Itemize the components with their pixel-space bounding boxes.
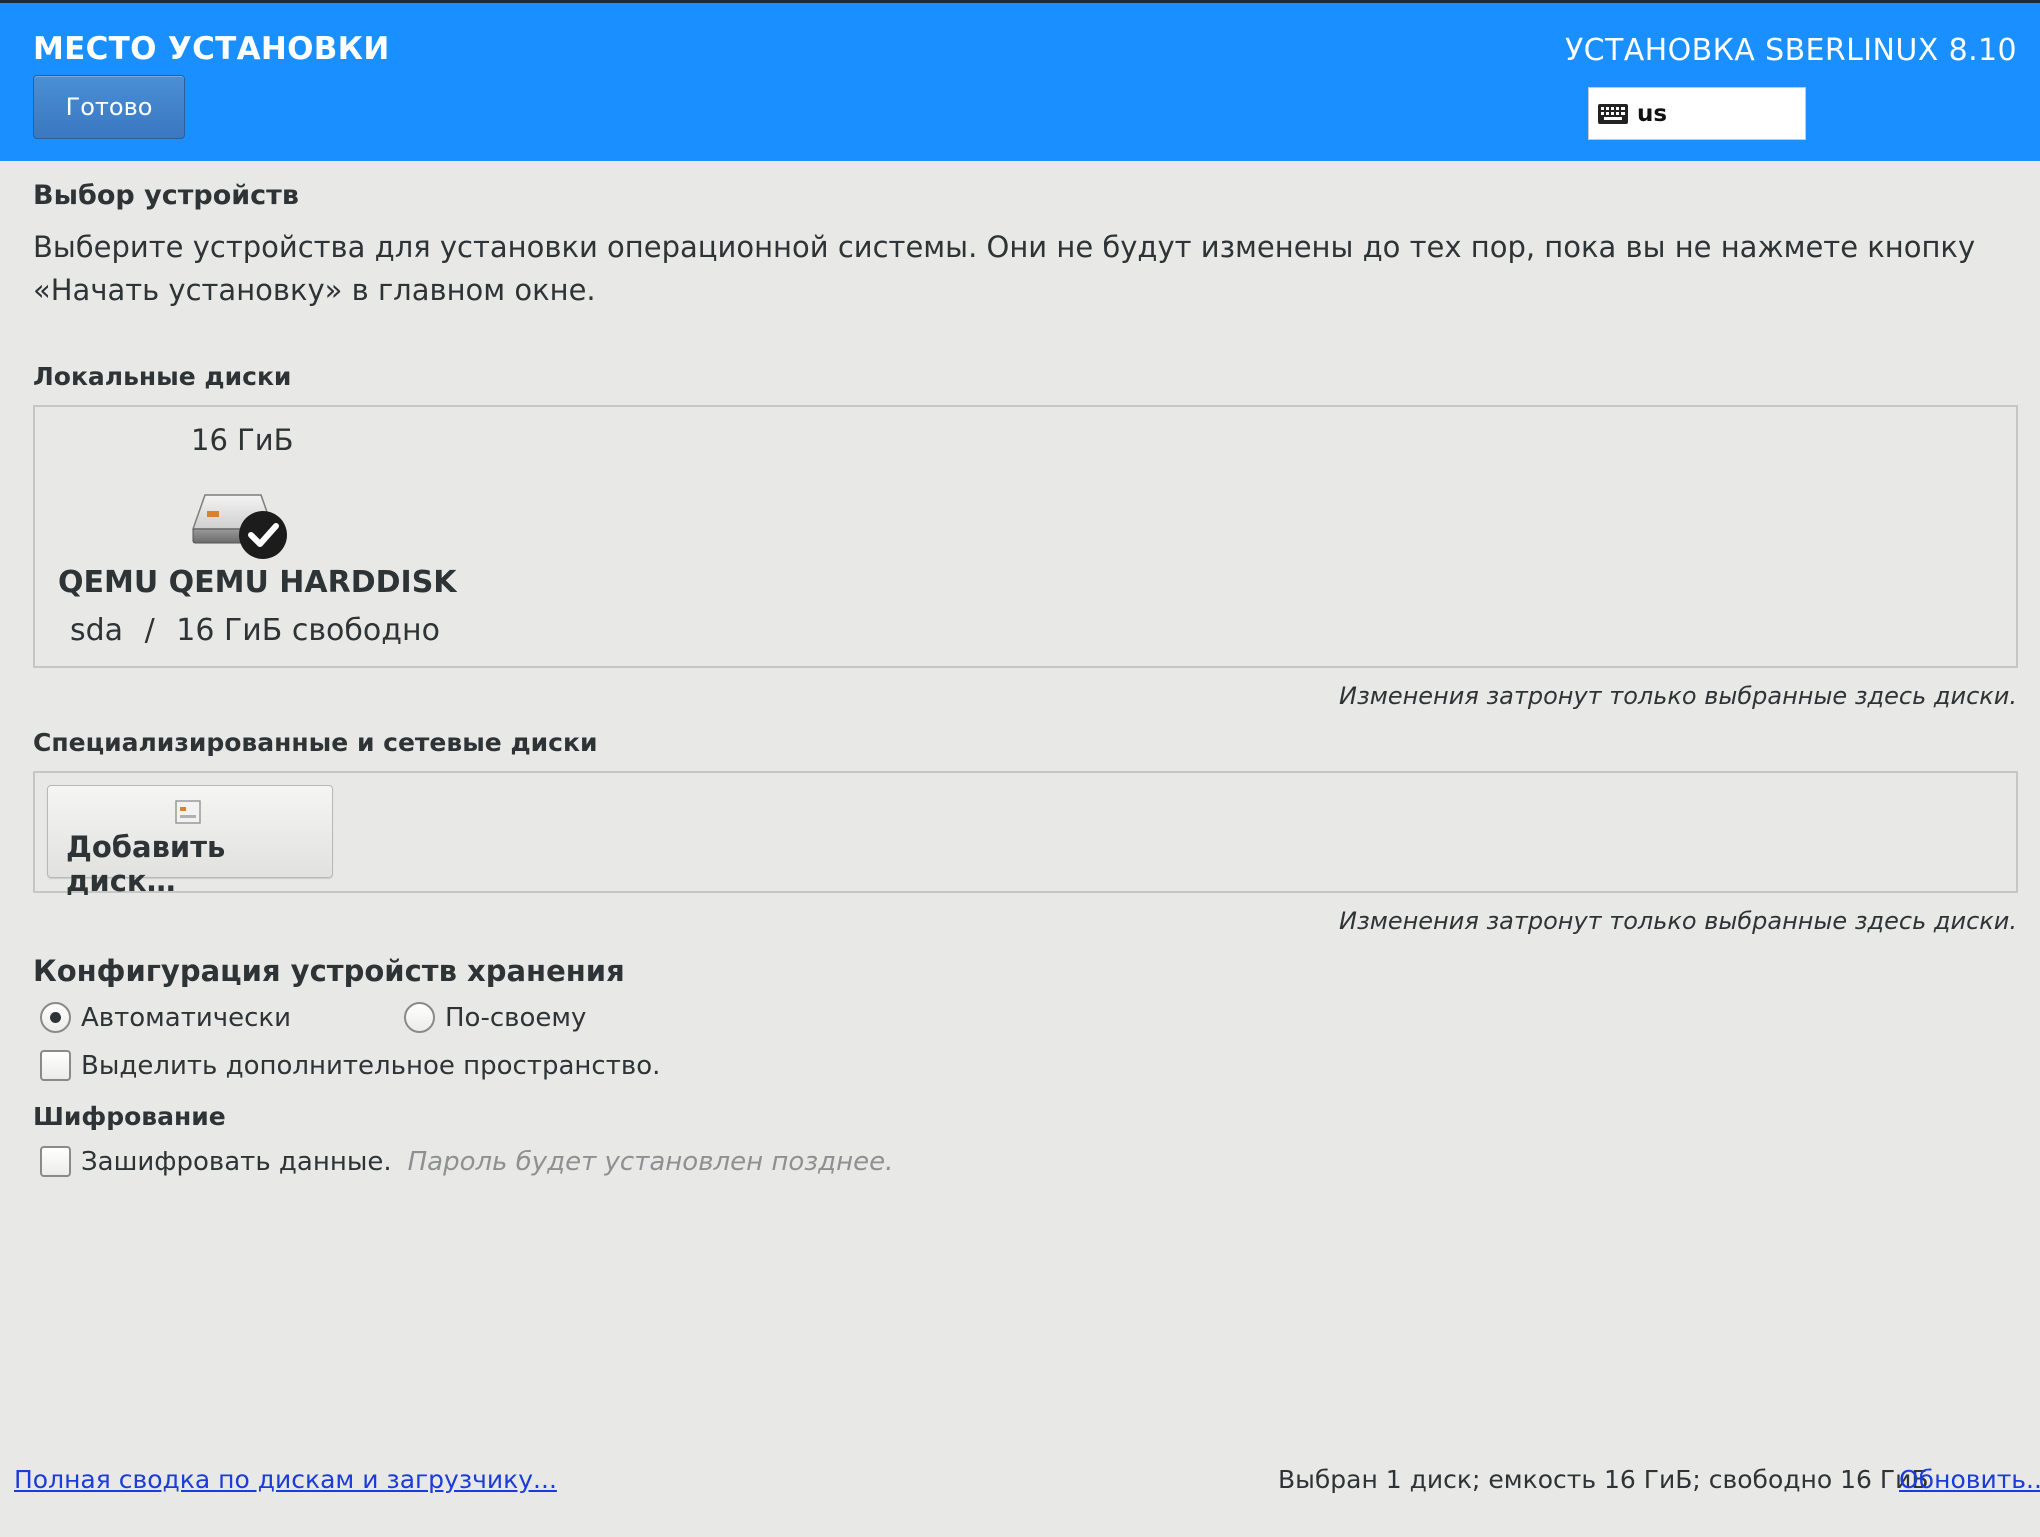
done-button[interactable]: Готово xyxy=(33,75,185,139)
keyboard-layout-label: us xyxy=(1637,100,1668,127)
reclaim-space-option[interactable]: Выделить дополнительное пространство. xyxy=(40,1050,660,1081)
encryption-title: Шифрование xyxy=(33,1102,226,1131)
custom-radio-label: По-своему xyxy=(445,1002,587,1033)
add-disk-label: Добавить диск… xyxy=(66,830,226,898)
harddisk-selected-icon xyxy=(191,494,287,559)
device-selection-title: Выбор устройств xyxy=(33,180,299,211)
disk-name: QEMU QEMU HARDDISK xyxy=(58,565,457,600)
custom-partition-option[interactable]: По-своему xyxy=(404,1002,586,1033)
storage-config-title: Конфигурация устройств хранения xyxy=(33,954,625,988)
device-selection-description: Выберите устройства для установки операц… xyxy=(33,230,1976,307)
disk-info: sda / 16 ГиБ свободно xyxy=(70,613,440,648)
auto-radio-label: Автоматически xyxy=(81,1002,292,1033)
add-disk-button[interactable]: Добавить диск… xyxy=(47,785,333,898)
custom-radio[interactable] xyxy=(404,1002,435,1033)
full-disk-summary-link[interactable]: Полная сводка по дискам и загрузчику... xyxy=(14,1465,557,1494)
disk-size: 16 ГиБ xyxy=(191,423,294,457)
refresh-link[interactable]: Обновить... xyxy=(1899,1465,2040,1494)
auto-partition-option[interactable]: Автоматически xyxy=(40,1002,291,1033)
disk-info-separator: / xyxy=(144,613,155,648)
header-bar: МЕСТО УСТАНОВКИ Готово УСТАНОВКА SBERLIN… xyxy=(0,0,2040,161)
keyboard-layout-indicator[interactable]: us xyxy=(1588,87,1806,140)
installer-window: МЕСТО УСТАНОВКИ Готово УСТАНОВКА SBERLIN… xyxy=(0,0,2040,1537)
disk-free-space: 16 ГиБ свободно xyxy=(176,613,440,648)
auto-radio[interactable] xyxy=(40,1002,71,1033)
keyboard-icon xyxy=(1598,103,1628,124)
reclaim-space-checkbox[interactable] xyxy=(40,1050,71,1081)
encrypt-hint: Пароль будет установлен позднее. xyxy=(407,1146,894,1177)
selection-summary: Выбран 1 диск; емкость 16 ГиБ; свободно … xyxy=(1278,1465,1929,1494)
encrypt-label: Зашифровать данные. xyxy=(81,1146,392,1177)
specialized-disks-hint: Изменения затронут только выбранные здес… xyxy=(1339,907,2017,935)
encrypt-checkbox[interactable] xyxy=(40,1146,71,1177)
reclaim-space-label: Выделить дополнительное пространство. xyxy=(81,1050,661,1081)
spoke-title: МЕСТО УСТАНОВКИ xyxy=(33,31,390,67)
disk-device: sda xyxy=(70,613,124,648)
local-disks-title: Локальные диски xyxy=(33,362,292,391)
specialized-disks-title: Специализированные и сетевые диски xyxy=(33,728,598,757)
product-title: УСТАНОВКА SBERLINUX 8.10 xyxy=(1564,33,2017,68)
local-disks-hint: Изменения затронут только выбранные здес… xyxy=(1339,682,2017,710)
add-disk-icon xyxy=(175,800,201,824)
encrypt-option[interactable]: Зашифровать данные. Пароль будет установ… xyxy=(40,1146,893,1177)
